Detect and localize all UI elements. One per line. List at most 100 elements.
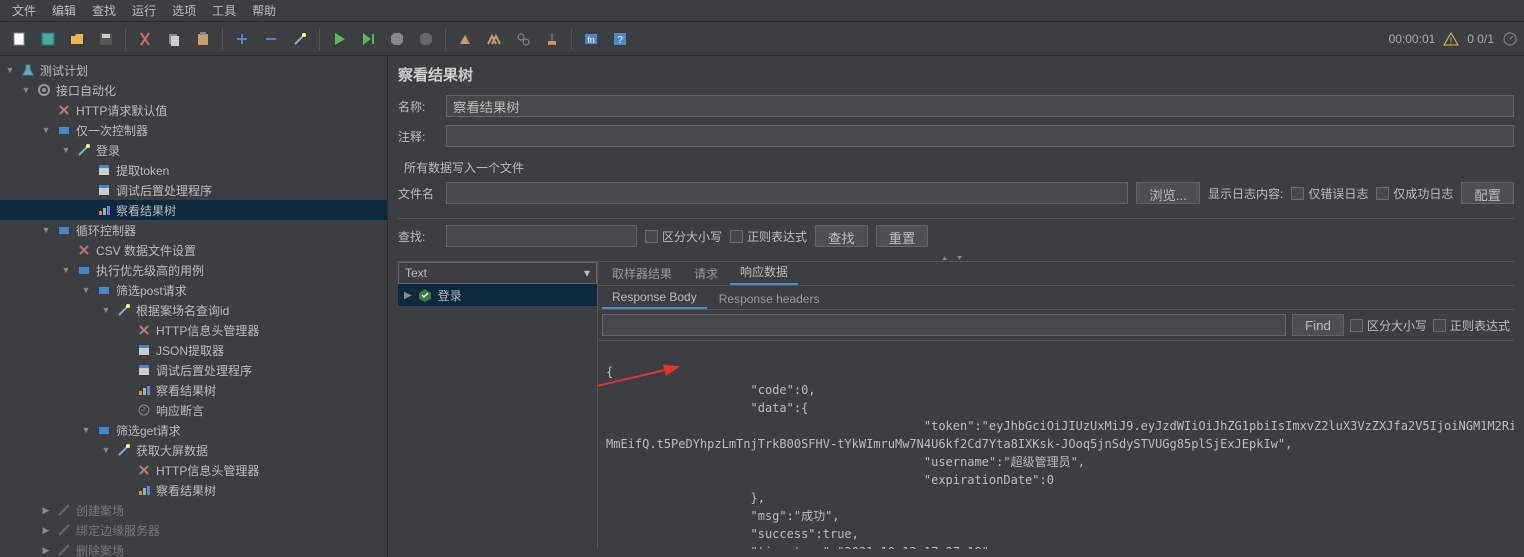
tree-extract-token[interactable]: 提取token	[0, 160, 387, 180]
template-icon[interactable]	[35, 26, 61, 52]
menu-run[interactable]: 运行	[124, 0, 164, 21]
config-icon	[136, 462, 152, 478]
config-icon	[76, 242, 92, 258]
reset-button[interactable]: 重置	[876, 225, 929, 247]
name-input[interactable]	[446, 95, 1514, 117]
find-regex-checkbox[interactable]: 正则表达式	[1433, 317, 1510, 334]
run-icon[interactable]	[326, 26, 352, 52]
tab-request[interactable]: 请求	[684, 262, 728, 285]
sampler-icon	[56, 542, 72, 557]
error-only-checkbox[interactable]: 仅错误日志	[1291, 185, 1368, 202]
reset-search-icon[interactable]	[539, 26, 565, 52]
menu-tools[interactable]: 工具	[204, 0, 244, 21]
response-body[interactable]: { "code":0, "data":{ "token":"eyJhbGciOi…	[598, 341, 1514, 549]
tree-auto[interactable]: ▼接口自动化	[0, 80, 387, 100]
save-icon[interactable]	[93, 26, 119, 52]
search-button[interactable]: 查找	[815, 225, 868, 247]
show-log-label: 显示日志内容:	[1208, 185, 1283, 202]
find-button[interactable]: Find	[1292, 314, 1344, 336]
search-input[interactable]	[446, 225, 637, 247]
controller-icon	[96, 282, 112, 298]
debug-icon	[136, 362, 152, 378]
tree-get-screen[interactable]: ▼获取大屏数据	[0, 440, 387, 460]
comment-label: 注释:	[398, 128, 438, 145]
new-icon[interactable]	[6, 26, 32, 52]
tree-bind-edge[interactable]: ▶绑定边缘服务器	[0, 520, 387, 540]
sampler-icon	[76, 142, 92, 158]
sampler-item-login[interactable]: ▶ 登录	[398, 284, 597, 306]
subtab-headers[interactable]: Response headers	[709, 289, 830, 309]
tree-debug-post2[interactable]: 调试后置处理程序	[0, 360, 387, 380]
search-icon[interactable]	[510, 26, 536, 52]
tab-sampler-result[interactable]: 取样器结果	[602, 262, 682, 285]
tree-json-extractor[interactable]: JSON提取器	[0, 340, 387, 360]
tree-once[interactable]: ▼仅一次控制器	[0, 120, 387, 140]
plus-icon[interactable]	[229, 26, 255, 52]
configure-button[interactable]: 配置	[1461, 182, 1514, 204]
shutdown-icon[interactable]	[413, 26, 439, 52]
cut-icon[interactable]	[132, 26, 158, 52]
tree-http-defaults[interactable]: HTTP请求默认值	[0, 100, 387, 120]
clear-icon[interactable]	[452, 26, 478, 52]
tree-debug-post[interactable]: 调试后置处理程序	[0, 180, 387, 200]
tree-view-results[interactable]: 察看结果树	[0, 200, 387, 220]
subtab-body[interactable]: Response Body	[602, 287, 707, 309]
tree-http-header2[interactable]: HTTP信息头管理器	[0, 460, 387, 480]
tree-create-scene[interactable]: ▶创建案场	[0, 500, 387, 520]
extractor-icon	[136, 342, 152, 358]
filename-input[interactable]	[446, 182, 1128, 204]
menu-search[interactable]: 查找	[84, 0, 124, 21]
menu-help[interactable]: 帮助	[244, 0, 284, 21]
controller-icon	[76, 262, 92, 278]
tree-resp-assert[interactable]: 响应断言	[0, 400, 387, 420]
tree-priority[interactable]: ▼执行优先级高的用例	[0, 260, 387, 280]
paste-icon[interactable]	[190, 26, 216, 52]
run-now-icon[interactable]	[355, 26, 381, 52]
regex-checkbox[interactable]: 正则表达式	[730, 228, 807, 245]
result-panel: 取样器结果 请求 响应数据 Response Body Response hea…	[598, 262, 1514, 549]
menu-edit[interactable]: 编辑	[44, 0, 84, 21]
tree-login[interactable]: ▼登录	[0, 140, 387, 160]
sampler-icon	[56, 502, 72, 518]
filename-label: 文件名	[398, 185, 438, 202]
tree-view-results3[interactable]: 察看结果树	[0, 480, 387, 500]
tree-csv[interactable]: CSV 数据文件设置	[0, 240, 387, 260]
gauge-icon[interactable]	[1502, 31, 1518, 47]
tree-filter-get[interactable]: ▼筛选get请求	[0, 420, 387, 440]
function-icon[interactable]: fn	[578, 26, 604, 52]
clear-all-icon[interactable]	[481, 26, 507, 52]
warning-icon[interactable]: !	[1443, 31, 1459, 47]
copy-icon[interactable]	[161, 26, 187, 52]
tree-view-results2[interactable]: 察看结果树	[0, 380, 387, 400]
tab-response[interactable]: 响应数据	[730, 260, 798, 285]
wand-icon[interactable]	[287, 26, 313, 52]
search-label: 查找:	[398, 228, 438, 245]
stop-icon[interactable]	[384, 26, 410, 52]
controller-icon	[96, 422, 112, 438]
renderer-dropdown[interactable]: Text▾	[398, 262, 597, 284]
tree-filter-post[interactable]: ▼筛选post请求	[0, 280, 387, 300]
svg-text:fn: fn	[587, 35, 595, 45]
case-checkbox[interactable]: 区分大小写	[645, 228, 722, 245]
find-case-checkbox[interactable]: 区分大小写	[1350, 317, 1427, 334]
svg-text:!: !	[1450, 36, 1453, 46]
success-only-checkbox[interactable]: 仅成功日志	[1376, 185, 1453, 202]
write-all-label: 所有数据写入一个文件	[404, 159, 1514, 176]
menu-options[interactable]: 选项	[164, 0, 204, 21]
tree-by-scene-id[interactable]: ▼根据案场名查询id	[0, 300, 387, 320]
panel-title: 察看结果树	[398, 64, 1514, 85]
menu-file[interactable]: 文件	[4, 0, 44, 21]
tree-delete-scene[interactable]: ▶删除案场	[0, 540, 387, 557]
minus-icon[interactable]	[258, 26, 284, 52]
open-icon[interactable]	[64, 26, 90, 52]
find-input[interactable]	[602, 314, 1286, 336]
success-icon	[418, 288, 432, 302]
browse-button[interactable]: 浏览...	[1136, 182, 1200, 204]
tree-http-header[interactable]: HTTP信息头管理器	[0, 320, 387, 340]
comment-input[interactable]	[446, 125, 1514, 147]
thread-counts: 0 0/1	[1467, 32, 1494, 46]
gear-icon	[36, 82, 52, 98]
tree-test-plan[interactable]: ▼测试计划	[0, 60, 387, 80]
help-icon[interactable]: ?	[607, 26, 633, 52]
tree-loop[interactable]: ▼循环控制器	[0, 220, 387, 240]
